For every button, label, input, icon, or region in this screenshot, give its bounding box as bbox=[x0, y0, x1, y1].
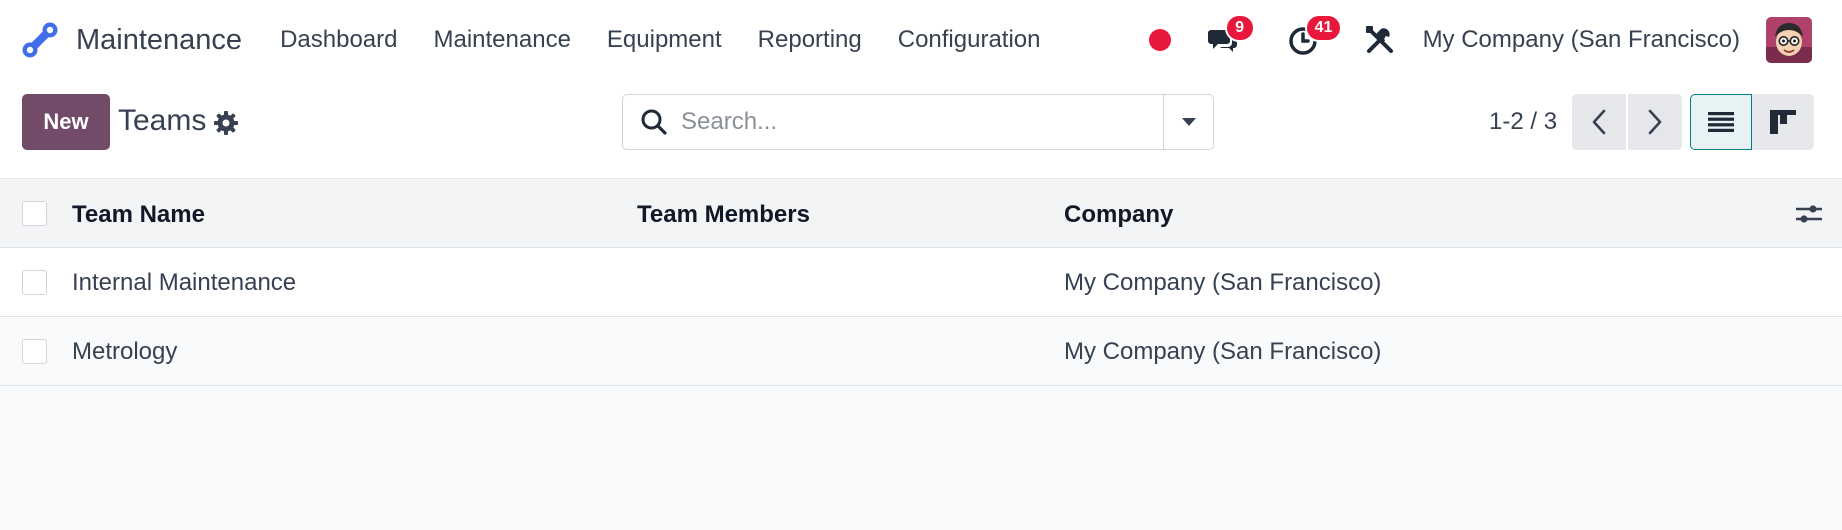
kanban-view-button[interactable] bbox=[1752, 94, 1814, 150]
cell-company: My Company (San Francisco) bbox=[1064, 269, 1382, 296]
menu-maintenance[interactable]: Maintenance bbox=[415, 0, 588, 80]
pager-value[interactable]: 1-2 / 3 bbox=[1489, 108, 1557, 136]
menu-configuration[interactable]: Configuration bbox=[880, 0, 1059, 80]
select-all-checkbox[interactable] bbox=[22, 201, 47, 226]
app-name: Maintenance bbox=[76, 23, 243, 56]
sliders-icon[interactable] bbox=[1794, 199, 1824, 229]
chevron-left-icon bbox=[1592, 109, 1606, 135]
cell-team-name: Internal Maintenance bbox=[72, 269, 297, 296]
teams-list: Team Name Team Members Company Internal … bbox=[0, 178, 1842, 386]
app-home-link[interactable]: Maintenance bbox=[20, 0, 242, 80]
column-header-team-members[interactable]: Team Members bbox=[637, 201, 810, 229]
activities-button[interactable]: 41 bbox=[1283, 14, 1343, 60]
new-button[interactable]: New bbox=[22, 94, 110, 150]
search-bar bbox=[622, 94, 1214, 150]
row-checkbox[interactable] bbox=[22, 339, 47, 364]
column-header-team-name[interactable]: Team Name bbox=[72, 201, 205, 229]
gear-icon[interactable] bbox=[213, 110, 239, 136]
column-header-company[interactable]: Company bbox=[1064, 201, 1173, 229]
search-input[interactable] bbox=[681, 108, 1161, 136]
cell-team-name: Metrology bbox=[72, 338, 178, 365]
list-view-icon bbox=[1708, 112, 1734, 132]
activities-count-badge: 41 bbox=[1304, 14, 1343, 42]
caret-down-icon bbox=[1181, 118, 1196, 126]
list-view-button[interactable] bbox=[1690, 94, 1752, 150]
top-navbar: Maintenance Dashboard Maintenance Equipm… bbox=[0, 0, 1842, 80]
user-avatar[interactable] bbox=[1766, 17, 1812, 63]
kanban-view-icon bbox=[1770, 110, 1796, 134]
messages-count-badge: 9 bbox=[1224, 14, 1255, 42]
maintenance-app-icon bbox=[22, 22, 58, 58]
table-row[interactable]: Internal Maintenance My Company (San Fra… bbox=[0, 248, 1842, 317]
control-panel: New Teams 1-2 / 3 bbox=[0, 80, 1842, 178]
search-icon bbox=[641, 109, 667, 135]
page-title: Teams bbox=[118, 104, 207, 137]
cell-company: My Company (San Francisco) bbox=[1064, 338, 1382, 365]
pager-previous-button[interactable] bbox=[1572, 94, 1626, 150]
debug-tools-icon[interactable] bbox=[1363, 23, 1397, 57]
row-checkbox[interactable] bbox=[22, 270, 47, 295]
systray: 9 41 My Company (San Francisco) bbox=[1148, 0, 1812, 80]
main-menu: Dashboard Maintenance Equipment Reportin… bbox=[280, 0, 1058, 80]
menu-equipment[interactable]: Equipment bbox=[589, 0, 740, 80]
menu-reporting[interactable]: Reporting bbox=[740, 0, 880, 80]
chevron-right-icon bbox=[1648, 109, 1662, 135]
menu-dashboard[interactable]: Dashboard bbox=[280, 0, 415, 80]
list-header: Team Name Team Members Company bbox=[0, 178, 1842, 248]
pager-next-button[interactable] bbox=[1628, 94, 1682, 150]
recording-indicator-icon[interactable] bbox=[1148, 29, 1171, 51]
search-options-toggle[interactable] bbox=[1163, 95, 1213, 149]
messages-button[interactable]: 9 bbox=[1203, 14, 1255, 60]
table-row[interactable]: Metrology My Company (San Francisco) bbox=[0, 317, 1842, 386]
company-switcher[interactable]: My Company (San Francisco) bbox=[1423, 26, 1740, 54]
